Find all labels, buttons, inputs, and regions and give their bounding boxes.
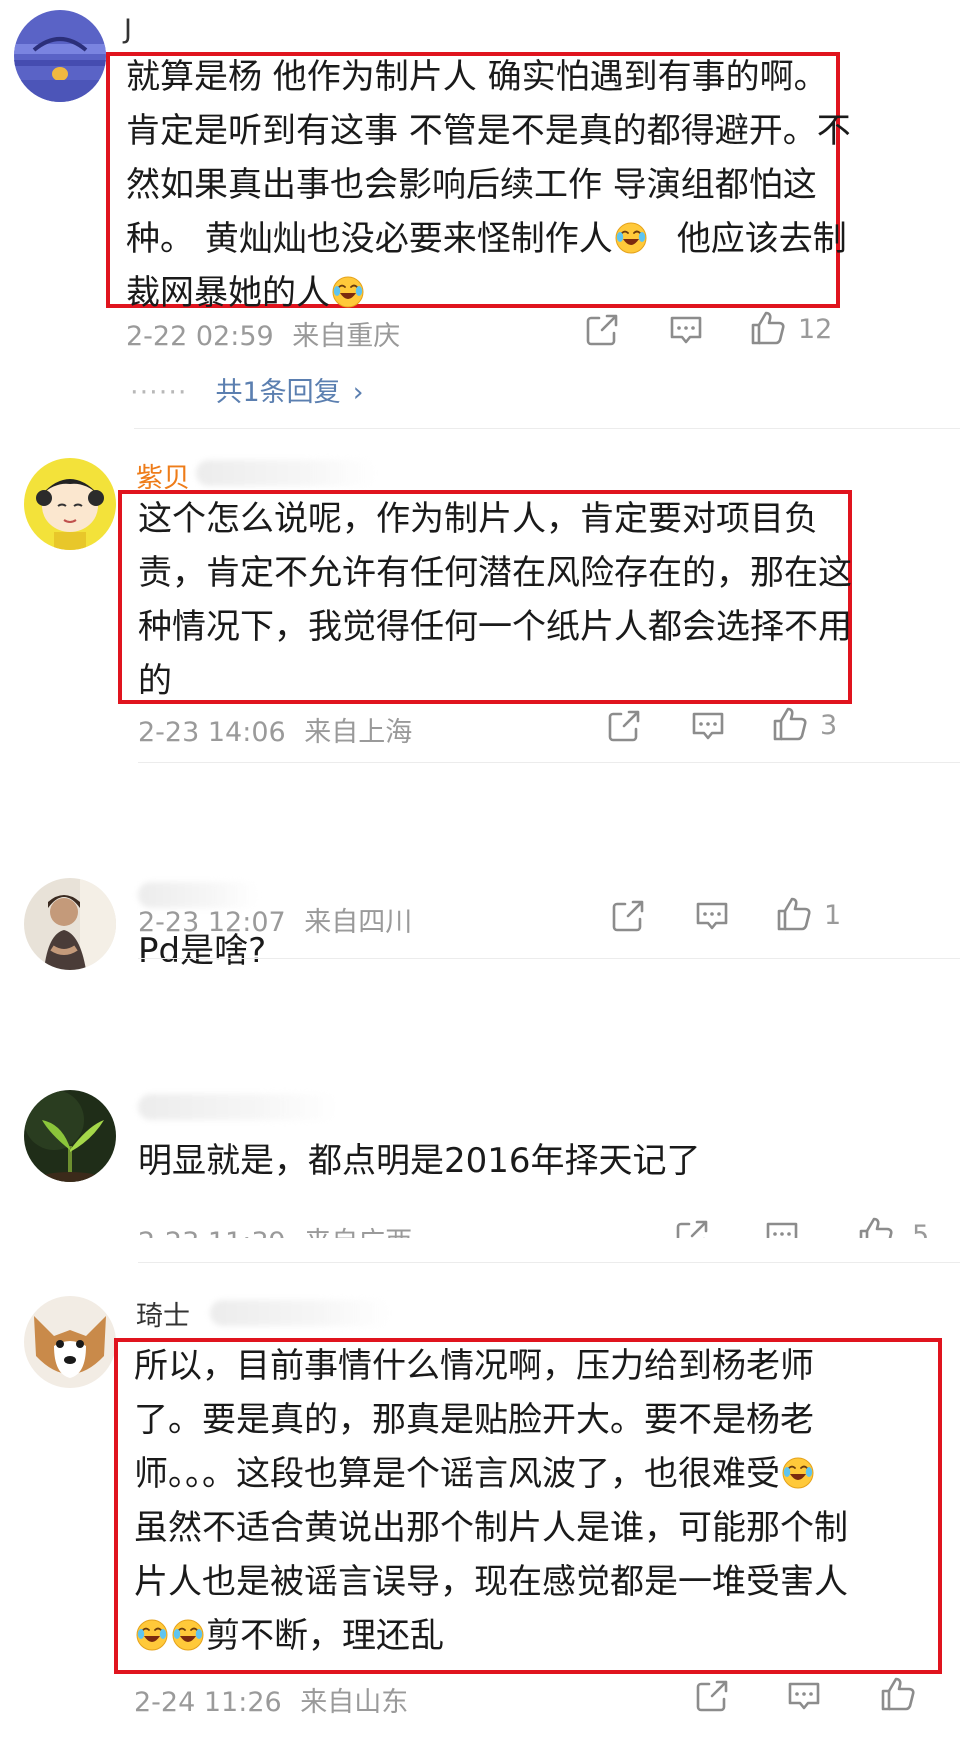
divider (134, 428, 960, 429)
thumbs-up-icon[interactable] (774, 894, 814, 934)
thumbs-up-icon[interactable] (770, 704, 810, 744)
timestamp: 2-23 14:06 (138, 717, 286, 748)
location: 来自山东 (300, 1687, 409, 1718)
comment-item: Pd是啥? (0, 860, 960, 1060)
share-icon[interactable] (604, 706, 644, 746)
laugh-cry-emoji (171, 1618, 205, 1652)
comment-line: 这个怎么说呢，作为制片人，肯定要对项目负 (138, 499, 818, 539)
share-icon[interactable] (582, 310, 622, 350)
comment-body: 明显就是，都点明是2016年择天记了 (138, 1134, 701, 1188)
dots-icon: ······ (130, 377, 188, 408)
divider (138, 762, 960, 763)
comment-line: 肯定是听到有这事 不管是不是真的都得避开。不 (126, 111, 851, 151)
location: 来自四川 (304, 907, 413, 938)
comment-item: J 就算是杨 他作为制片人 确实怕遇到有事的啊。 肯定是听到有这事 不管是不是真… (0, 0, 960, 430)
blurred-name (138, 1094, 338, 1120)
comment-line: 就算是杨 他作为制片人 确实怕遇到有事的啊。 (126, 57, 828, 97)
share-icon[interactable] (692, 1676, 732, 1716)
comment-line-text: 师。。。这段也算是个谣言风波了，也很难受 (134, 1454, 780, 1494)
comment-line: 然如果真出事也会影响后续工作 导演组都怕这 (126, 165, 817, 205)
comment-line: 剪不断，理还乱 (134, 1609, 848, 1663)
comment-icon[interactable] (692, 896, 732, 936)
laugh-cry-emoji (614, 221, 648, 255)
comment-line-text: 种。 黄灿灿也没必要来怪制作人 (126, 219, 613, 259)
view-replies-link[interactable]: ······ 共1条回复 › (130, 370, 364, 409)
comment-line-text: 剪不断，理还乱 (206, 1616, 444, 1656)
comment-line: 的 (138, 661, 172, 701)
laugh-cry-emoji (781, 1456, 815, 1490)
divider (138, 958, 960, 959)
blurred-name (210, 1300, 390, 1326)
comment-meta: 2-24 11:26 来自山东 (134, 1680, 408, 1719)
comment-line: 裁网暴她的人 (126, 266, 851, 320)
avatar[interactable] (14, 10, 106, 102)
comment-meta: 2-23 12:07 来自四川 (138, 900, 412, 939)
comment-icon[interactable] (762, 1216, 802, 1238)
timestamp: 2-23 11:39 (138, 1227, 286, 1238)
comment-body: 就算是杨 他作为制片人 确实怕遇到有事的啊。 肯定是听到有这事 不管是不是真的都… (126, 50, 851, 320)
comment-meta: 2-23 14:06 来自上海 (138, 710, 412, 749)
comment-line-text: 他应该去制 (676, 219, 847, 259)
comment-body: 所以，目前事情什么情况啊，压力给到杨老师 了。要是真的，那真是贴脸开大。要不是杨… (134, 1339, 848, 1663)
avatar[interactable] (24, 458, 116, 550)
comment-meta: 2-23 11:39 来自广西 (138, 1220, 412, 1238)
divider (138, 1262, 960, 1263)
comment-line: 师。。。这段也算是个谣言风波了，也很难受 (134, 1447, 848, 1501)
laugh-cry-emoji (331, 275, 365, 309)
comment-icon[interactable] (784, 1676, 824, 1716)
share-icon[interactable] (672, 1216, 712, 1238)
comment-line: 责，肯定不允许有任何潜在风险存在的，那在这 (138, 553, 852, 593)
location: 来自上海 (304, 717, 413, 748)
timestamp: 2-23 12:07 (138, 907, 286, 938)
location: 来自重庆 (292, 321, 401, 352)
avatar[interactable] (24, 1296, 116, 1388)
timestamp: 2-24 11:26 (134, 1687, 282, 1718)
like-count: 1 (824, 900, 842, 931)
comment-item: 紫贝 这个怎么说呢，作为制片人，肯定要对项目负 责，肯定不允许有任何潜在风险存在… (0, 430, 960, 763)
comment-line: 了。要是真的，那真是贴脸开大。要不是杨老 (134, 1400, 814, 1440)
chevron-right-icon: › (352, 377, 364, 408)
timestamp: 2-22 02:59 (126, 321, 274, 352)
comment-body: 这个怎么说呢，作为制片人，肯定要对项目负 责，肯定不允许有任何潜在风险存在的，那… (138, 492, 852, 708)
blurred-name (196, 460, 376, 486)
comment-line: 所以，目前事情什么情况啊，压力给到杨老师 (134, 1346, 814, 1386)
thumbs-up-icon[interactable] (748, 308, 788, 348)
share-icon[interactable] (608, 896, 648, 936)
comment-line: 种情况下，我觉得任何一个纸片人都会选择不用 (138, 607, 852, 647)
comment-line: 种。 黄灿灿也没必要来怪制作人 他应该去制 (126, 212, 851, 266)
username[interactable]: 琦士 (136, 1294, 190, 1333)
like-count: 5 (912, 1220, 930, 1238)
comment-icon[interactable] (666, 310, 706, 350)
comment-line-text: 裁网暴她的人 (126, 273, 330, 313)
thumbs-up-icon[interactable] (878, 1674, 918, 1714)
comment-line: 明显就是，都点明是2016年择天记了 (138, 1141, 701, 1181)
like-count: 12 (798, 314, 833, 345)
thumbs-up-icon[interactable] (856, 1214, 896, 1238)
clipped-meta-row: 2-23 11:39 来自广西 5 (0, 1208, 960, 1238)
avatar[interactable] (24, 1090, 116, 1182)
comment-line: 虽然不适合黄说出那个制片人是谁，可能那个制 (134, 1508, 848, 1548)
replies-label: 共1条回复 (215, 377, 341, 408)
comment-icon[interactable] (688, 706, 728, 746)
avatar[interactable] (24, 878, 116, 970)
laugh-cry-emoji (135, 1618, 169, 1652)
comment-line: 片人也是被谣言误导，现在感觉都是一堆受害人 (134, 1562, 848, 1602)
like-count: 3 (820, 710, 838, 741)
location: 来自广西 (304, 1227, 412, 1238)
username[interactable]: J (124, 14, 132, 45)
comment-meta: 2-22 02:59 来自重庆 (126, 314, 400, 353)
